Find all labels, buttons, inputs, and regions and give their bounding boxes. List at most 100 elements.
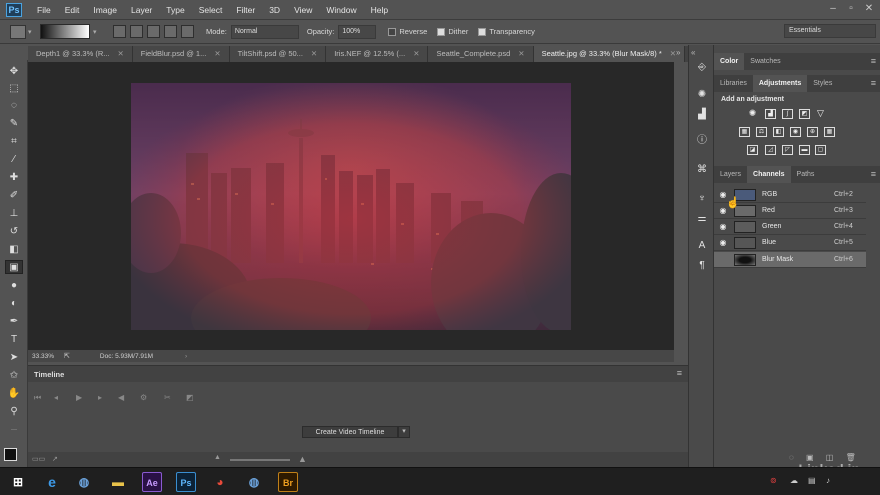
color-balance-icon[interactable]: ⚖ <box>756 127 767 137</box>
menu-image[interactable]: Image <box>86 5 124 15</box>
eraser-tool-icon[interactable]: ◧ <box>5 243 23 257</box>
menu-file[interactable]: File <box>30 5 58 15</box>
tab-seattle[interactable]: Seattle.jpg @ 33.3% (Blur Mask/8) * ✕ <box>533 46 686 62</box>
menu-window[interactable]: Window <box>319 5 363 15</box>
threshold-icon[interactable]: ◸ <box>782 145 793 155</box>
windows-start-icon[interactable]: ⊞ <box>8 472 28 492</box>
close-icon[interactable]: ✕ <box>214 49 220 58</box>
close-icon[interactable]: ✕ <box>862 3 876 15</box>
hand-tool-icon[interactable]: ✋ <box>5 387 23 401</box>
gradient-tool-icon[interactable]: ▣ <box>5 260 23 274</box>
character-icon[interactable]: A <box>695 239 709 253</box>
tab-libraries[interactable]: Libraries <box>714 75 753 92</box>
gradient-tool-preset-icon[interactable] <box>10 24 26 39</box>
visibility-eye-icon[interactable]: ◉ <box>718 255 728 264</box>
history-brush-tool-icon[interactable]: ↺ <box>5 225 23 239</box>
close-icon[interactable]: ✕ <box>117 49 123 58</box>
crop-tool-icon[interactable]: ⌗ <box>5 135 23 149</box>
brightness-contrast-icon[interactable]: ✺ <box>747 109 758 119</box>
tab-iris[interactable]: Iris.NEF @ 12.5% (... ✕ <box>326 46 429 62</box>
channel-row-green[interactable]: ◉ Green Ctrl+4 <box>714 219 866 235</box>
gradient-map-icon[interactable]: ▬ <box>799 145 810 155</box>
color-lookup-icon[interactable]: ▦ <box>824 127 835 137</box>
tab-paths[interactable]: Paths <box>791 166 821 183</box>
healing-brush-tool-icon[interactable]: ✚ <box>5 171 23 185</box>
tab-seattle-complete[interactable]: Seattle_Complete.psd ✕ <box>428 46 534 62</box>
panel-menu-icon[interactable]: ≡ <box>871 56 876 66</box>
gradient-picker[interactable] <box>40 24 90 39</box>
close-icon[interactable]: ✕ <box>413 49 419 58</box>
menu-3d[interactable]: 3D <box>262 5 287 15</box>
type-tool-icon[interactable]: T <box>5 333 23 347</box>
menu-type[interactable]: Type <box>159 5 191 15</box>
info-icon[interactable]: ⓘ <box>695 134 709 148</box>
history-icon[interactable]: ⎆ <box>695 61 709 75</box>
reverse-checkbox[interactable] <box>388 27 397 36</box>
channel-mixer-icon[interactable]: ⊕ <box>807 127 818 137</box>
tab-tiltshift[interactable]: TiltShift.psd @ 50... ✕ <box>229 46 327 62</box>
panel-menu-icon[interactable]: ≡ <box>871 78 876 88</box>
photo-filter-icon[interactable]: ◉ <box>790 127 801 137</box>
histogram-icon[interactable]: ▟ <box>695 108 709 122</box>
export-icon[interactable]: ⇱ <box>64 352 70 360</box>
chevron-down-icon[interactable]: ▾ <box>93 28 101 36</box>
selective-color-icon[interactable]: ▢ <box>815 145 826 155</box>
settings-icon[interactable]: ⚙ <box>140 393 147 402</box>
collapse-icon[interactable]: « <box>691 48 695 57</box>
close-icon[interactable]: ✕ <box>311 49 317 58</box>
tab-fieldblur[interactable]: FieldBlur.psd @ 1... ✕ <box>132 46 230 62</box>
globe-icon[interactable]: ◍ <box>74 472 94 492</box>
reflected-gradient-button[interactable] <box>164 25 177 38</box>
tray-record-icon[interactable]: ⊚ <box>770 476 777 485</box>
audio-icon[interactable]: ◀ <box>118 393 124 402</box>
next-frame-icon[interactable]: ▸ <box>98 393 102 402</box>
channel-row-blur-mask[interactable]: ◉ Blur Mask Ctrl+6 <box>714 252 866 268</box>
tab-adjustments[interactable]: Adjustments <box>752 75 808 92</box>
edge-browser-icon[interactable]: e <box>42 472 62 492</box>
menu-filter[interactable]: Filter <box>229 5 262 15</box>
workspace-select[interactable]: Essentials <box>784 24 876 38</box>
angle-gradient-button[interactable] <box>147 25 160 38</box>
photoshop-taskbar-icon[interactable]: Ps <box>176 472 196 492</box>
channel-row-blue[interactable]: ◉ Blue Ctrl+5 <box>714 235 866 251</box>
quick-select-tool-icon[interactable]: ✎ <box>5 117 23 131</box>
tabs-overflow-icon[interactable]: » <box>676 48 680 57</box>
invert-icon[interactable]: ◪ <box>747 145 758 155</box>
tab-color[interactable]: Color <box>714 53 745 70</box>
transparency-checkbox[interactable] <box>478 27 487 36</box>
visibility-eye-icon[interactable]: ◉ <box>718 222 728 231</box>
bridge-icon[interactable]: Br <box>278 472 298 492</box>
opacity-input[interactable]: 100% <box>338 24 377 39</box>
split-icon[interactable]: ✂ <box>164 393 171 402</box>
first-frame-icon[interactable]: ⏮ <box>34 393 41 403</box>
vibrance-icon[interactable]: ▽ <box>815 109 826 119</box>
document-image[interactable] <box>131 83 571 330</box>
zoom-in-icon[interactable]: ▲ <box>298 454 307 464</box>
menu-select[interactable]: Select <box>192 5 230 15</box>
chrome-icon[interactable]: ◕ <box>210 472 230 492</box>
create-video-timeline-button[interactable]: Create Video Timeline <box>302 426 398 438</box>
hue-saturation-icon[interactable]: ▦ <box>739 127 750 137</box>
maximize-icon[interactable]: ▫ <box>844 3 858 15</box>
after-effects-icon[interactable]: Ae <box>142 472 162 492</box>
brush-tool-icon[interactable]: ✐ <box>5 189 23 203</box>
menu-view[interactable]: View <box>287 5 319 15</box>
pen-tool-icon[interactable]: ✒ <box>5 315 23 329</box>
tab-swatches[interactable]: Swatches <box>744 53 786 70</box>
marquee-tool-icon[interactable]: ⬚ <box>5 82 23 96</box>
load-selection-icon[interactable]: ◌ <box>789 453 794 462</box>
curves-icon[interactable]: ∫ <box>782 109 793 119</box>
visibility-eye-icon[interactable]: ◉ <box>718 238 728 247</box>
render-icon[interactable]: ↗ <box>52 455 58 463</box>
move-tool-icon[interactable]: ✥ <box>5 65 23 79</box>
tab-depth1[interactable]: Depth1 @ 33.3% (R... ✕ <box>28 46 133 62</box>
transition-icon[interactable]: ◩ <box>186 393 194 402</box>
radial-gradient-button[interactable] <box>130 25 143 38</box>
timeline-title[interactable]: Timeline <box>34 370 64 379</box>
menu-layer[interactable]: Layer <box>124 5 159 15</box>
zoom-level[interactable]: 33.33% <box>32 353 54 360</box>
actions-icon[interactable]: ⌘ <box>695 163 709 177</box>
exposure-icon[interactable]: ◩ <box>799 109 810 119</box>
browser-icon[interactable]: ◍ <box>244 472 264 492</box>
diamond-gradient-button[interactable] <box>181 25 194 38</box>
